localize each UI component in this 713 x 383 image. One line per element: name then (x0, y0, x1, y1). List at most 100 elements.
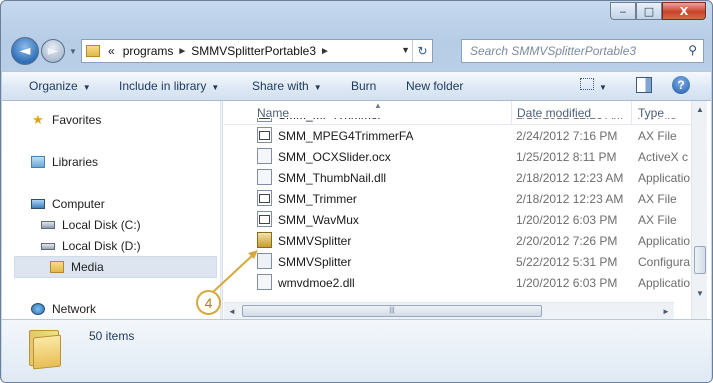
file-date-modified: 1/20/2012 6:03 PM (516, 213, 618, 227)
file-ax-icon (257, 211, 272, 227)
file-app-icon (257, 232, 272, 248)
burn-button[interactable]: Burn (351, 79, 376, 93)
preview-pane-icon (636, 77, 652, 93)
column-date-modified[interactable]: Date modified (517, 106, 591, 120)
forward-arrow-icon: ► (47, 43, 59, 59)
scroll-left-icon[interactable]: ◄ (224, 303, 240, 319)
forward-button[interactable]: ► (41, 39, 65, 63)
file-ax-icon (257, 190, 272, 206)
nav-favorites-label: Favorites (52, 113, 102, 127)
nav-scrollbar[interactable]: ▲ ▼ (220, 101, 222, 319)
help-button[interactable]: ? (672, 76, 690, 94)
scroll-up-icon[interactable]: ▲ (221, 101, 222, 117)
refresh-button[interactable]: ↻ (412, 40, 432, 62)
nav-local-disk-d[interactable]: Local Disk (D:) (40, 238, 141, 254)
breadcrumb-separator-icon[interactable]: ► (320, 46, 330, 57)
minimize-button[interactable]: ‒ (610, 2, 636, 20)
file-row[interactable]: SMM_WavMux 1/20/2012 6:03 PM AX File (224, 209, 691, 230)
file-dll-icon (257, 274, 272, 290)
address-dropdown-icon[interactable]: ▼ (401, 45, 410, 55)
close-button[interactable]: X (662, 2, 706, 20)
folder-icon (86, 45, 100, 57)
share-with-button[interactable]: Share with ▼ (252, 79, 322, 93)
file-row[interactable]: SMM_Trimmer 2/18/2012 12:23 AM AX File (224, 188, 691, 209)
navigation-pane: ★ Favorites Libraries Computer Local Dis… (2, 101, 223, 319)
nav-network[interactable]: Network (30, 301, 96, 317)
file-list-scroll-thumb[interactable] (694, 246, 706, 274)
horizontal-scrollbar[interactable]: ◄ ||| ► (224, 302, 674, 319)
file-row[interactable]: SMM_MPEG4TrimmerFA 2/24/2012 7:16 PM AX Fi… (224, 125, 691, 146)
nav-media-label: Media (71, 260, 104, 274)
breadcrumb-current-folder[interactable]: SMMVSplitterPortable3 (191, 44, 316, 58)
nav-local-disk-c[interactable]: Local Disk (C:) (40, 217, 141, 233)
recent-pages-dropdown[interactable]: ▼ (69, 47, 77, 56)
drive-icon (40, 238, 56, 254)
file-row[interactable]: SMM_OCXSlider.ocx 1/25/2012 8:11 PM Active… (224, 146, 691, 167)
breadcrumb-separator-icon[interactable]: ► (177, 46, 187, 57)
windows-drive-icon (40, 217, 56, 233)
file-name: SMM_ThumbNail.dll (278, 171, 387, 185)
preview-pane-button[interactable] (636, 77, 652, 96)
file-row[interactable]: wmvdmoe2.dll 1/20/2012 6:03 PM Applicatio (224, 272, 691, 293)
scroll-down-icon[interactable]: ▼ (221, 301, 222, 317)
breadcrumb-overflow[interactable]: « (108, 44, 115, 58)
file-name: SMMVSplitter (278, 234, 352, 248)
file-list-pane: ▲ Name Date modified Type SMM_MP4Trimmer… (224, 101, 691, 319)
view-options-button[interactable]: ▼ (580, 78, 607, 93)
search-icon[interactable]: ⚲ (688, 43, 697, 57)
file-type: AX File (638, 213, 677, 227)
file-type: Configura (638, 255, 691, 269)
search-input[interactable]: Search SMMVSplitterPortable3 ⚲ (461, 39, 704, 63)
window-controls: ‒ □ X (610, 2, 706, 20)
file-type: Applicatio (638, 234, 691, 248)
nav-computer-label: Computer (52, 197, 105, 211)
scroll-right-icon[interactable]: ► (658, 303, 674, 319)
organize-button[interactable]: Organize ▼ (29, 79, 91, 93)
file-name: SMM_Trimmer (278, 192, 357, 206)
file-date-modified: 2/20/2012 7:26 PM (516, 234, 618, 248)
file-date-modified: 1/20/2012 6:03 PM (516, 276, 618, 290)
column-type[interactable]: Type (638, 106, 664, 120)
new-folder-button[interactable]: New folder (406, 79, 463, 93)
file-name: SMM_MPEG4TrimmerFA (278, 129, 414, 143)
file-name: wmvdmoe2.dll (278, 276, 355, 290)
computer-icon (30, 196, 46, 212)
scroll-down-icon[interactable]: ▼ (692, 285, 708, 301)
nav-network-label: Network (52, 302, 97, 316)
file-ax-icon (257, 127, 272, 143)
search-placeholder: Search SMMVSplitterPortable3 (470, 44, 637, 58)
back-arrow-icon: ◄ (19, 43, 31, 59)
file-list-scrollbar[interactable]: ▲ ▼ (691, 101, 707, 319)
nav-computer[interactable]: Computer (30, 196, 105, 212)
nav-favorites[interactable]: ★ Favorites (30, 112, 101, 128)
scroll-up-icon[interactable]: ▲ (692, 101, 708, 117)
nav-libraries[interactable]: Libraries (30, 154, 98, 170)
file-row[interactable]: SMMVSplitter 5/22/2012 5:31 PM Configura (224, 251, 691, 272)
breadcrumb-programs[interactable]: programs (123, 44, 174, 58)
nav-media[interactable]: Media (14, 256, 217, 278)
view-grid-icon (580, 78, 594, 90)
network-icon (30, 301, 46, 317)
star-icon: ★ (32, 112, 44, 127)
file-dll-icon (257, 148, 272, 164)
file-type: ActiveX c (638, 150, 689, 164)
include-in-library-button[interactable]: Include in library ▼ (119, 79, 219, 93)
file-type: Applicatio (638, 276, 691, 290)
organize-label: Organize (29, 79, 78, 93)
back-button[interactable]: ◄ (11, 37, 39, 65)
file-date-modified: 5/22/2012 5:31 PM (516, 255, 618, 269)
chevron-down-icon: ▼ (313, 83, 322, 92)
share-with-label: Share with (252, 79, 309, 93)
column-name[interactable]: Name (257, 106, 289, 120)
address-bar[interactable]: « programs ► SMMVSplitterPortable3 ► ▼ ↻ (81, 39, 433, 63)
horizontal-scroll-thumb[interactable]: ||| (242, 305, 542, 317)
file-row[interactable]: SMMVSplitter 2/20/2012 7:26 PM Applicatio (224, 230, 691, 251)
file-name: SMM_OCXSlider.ocx (278, 150, 391, 164)
file-date-modified: 2/24/2012 7:16 PM (516, 129, 618, 143)
address-row: ◄ ► ▼ « programs ► SMMVSplitterPortable3… (9, 37, 704, 65)
folder-icon (49, 259, 65, 275)
chevron-down-icon: ▼ (211, 83, 220, 92)
file-row[interactable]: SMM_ThumbNail.dll 2/18/2012 12:23 AM Appli… (224, 167, 691, 188)
file-name: SMMVSplitter (278, 255, 352, 269)
maximize-button[interactable]: □ (636, 2, 662, 20)
